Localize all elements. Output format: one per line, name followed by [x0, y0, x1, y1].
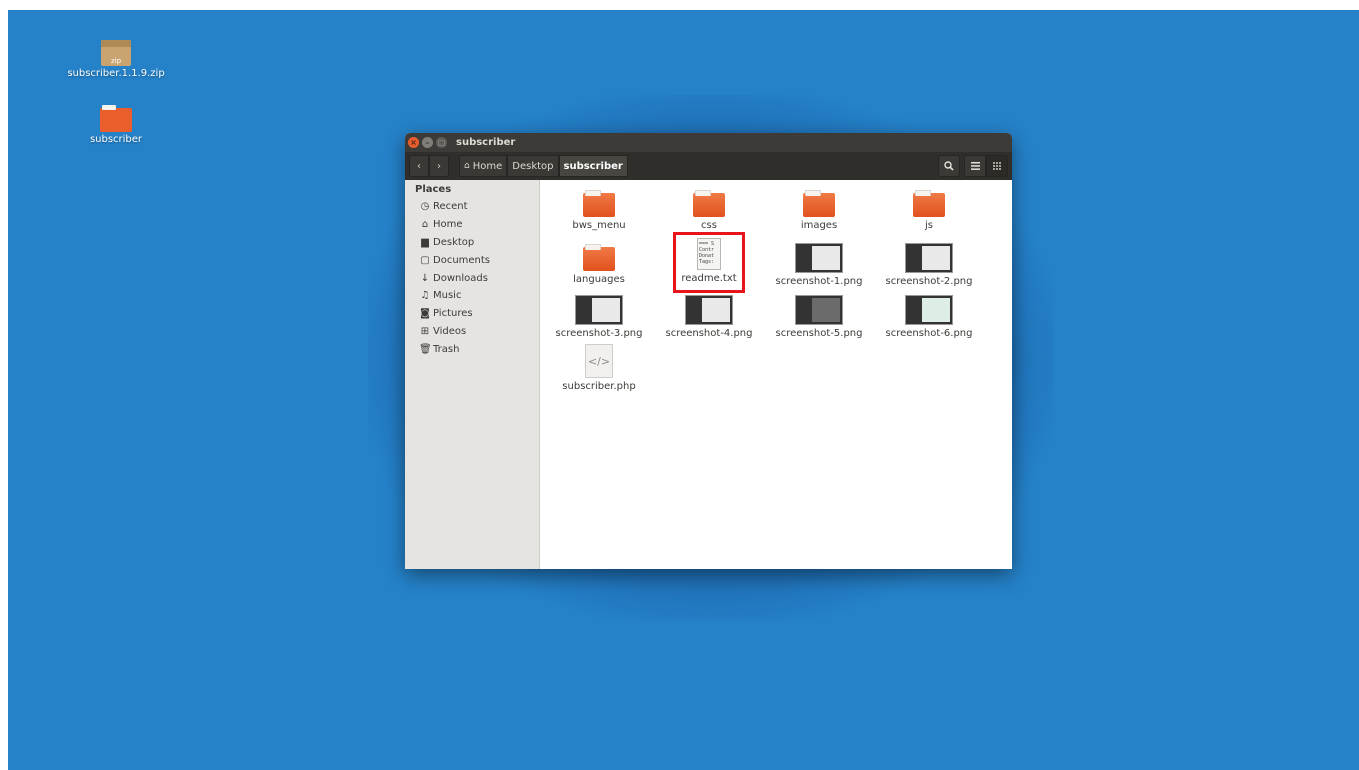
- folder-icon: [913, 190, 945, 217]
- clock-icon: ◷: [420, 201, 430, 213]
- file-name: screenshot-6.png: [885, 328, 973, 339]
- file-name: bws_menu: [572, 220, 626, 231]
- file-item[interactable]: screenshot-3.png: [546, 295, 652, 339]
- sidebar-item-documents[interactable]: ▢ Documents: [405, 251, 539, 269]
- back-button[interactable]: ‹: [409, 155, 429, 177]
- folder-icon: [583, 244, 615, 271]
- breadcrumb-desktop[interactable]: Desktop: [507, 155, 559, 177]
- image-thumbnail-icon: [575, 295, 623, 325]
- sidebar-heading: Places: [415, 184, 452, 195]
- file-grid: bws_menu css images js languages === S C…: [540, 180, 1012, 569]
- sidebar-item-label: Music: [433, 290, 462, 302]
- sidebar-item-label: Desktop: [433, 236, 475, 248]
- file-item[interactable]: screenshot-6.png: [876, 295, 982, 339]
- file-name: screenshot-5.png: [775, 328, 863, 339]
- sidebar-item-music[interactable]: ♫ Music: [405, 287, 539, 305]
- trash-icon: 🗑: [419, 343, 432, 355]
- folder-icon: [803, 190, 835, 217]
- list-icon: [970, 162, 980, 170]
- home-icon: ⌂: [421, 219, 429, 231]
- archive-icon: zip: [101, 40, 131, 66]
- zip-badge: zip: [110, 57, 122, 65]
- image-thumbnail-icon: [905, 295, 953, 325]
- file-item[interactable]: languages: [546, 244, 652, 285]
- file-item[interactable]: screenshot-2.png: [876, 243, 982, 287]
- sidebar-item-label: Documents: [433, 254, 491, 266]
- file-name: screenshot-4.png: [665, 328, 753, 339]
- desktop-icon-label: subscriber.1.1.9.zip: [67, 68, 165, 79]
- sidebar-item-desktop[interactable]: ▆ Desktop: [405, 234, 539, 252]
- file-name: images: [800, 220, 838, 231]
- sidebar-item-label: Pictures: [433, 308, 473, 320]
- folder-icon: ▆: [421, 236, 429, 248]
- sidebar-item-label: Recent: [433, 201, 468, 213]
- titlebar[interactable]: × – □ subscriber: [405, 133, 1012, 152]
- toolbar: ‹ › ⌂ Home Desktop subscriber: [405, 152, 1012, 180]
- image-thumbnail-icon: [905, 243, 953, 273]
- file-name: js: [925, 220, 933, 231]
- sidebar-item-trash[interactable]: 🗑 Trash: [405, 340, 539, 358]
- forward-button[interactable]: ›: [429, 155, 449, 177]
- sidebar-item-videos[interactable]: ⊞ Videos: [405, 323, 539, 341]
- selection-highlight: [673, 232, 745, 293]
- code-file-icon: </>: [585, 344, 613, 378]
- grid-icon: [993, 162, 1001, 170]
- file-name: subscriber.php: [562, 381, 636, 392]
- minimize-button[interactable]: –: [422, 137, 433, 148]
- sidebar-item-pictures[interactable]: ◙ Pictures: [405, 305, 539, 323]
- camera-icon: ◙: [420, 308, 430, 320]
- file-item[interactable]: screenshot-1.png: [766, 243, 872, 287]
- file-manager-window: × – □ subscriber ‹ › ⌂ Home Desktop subs…: [405, 133, 1012, 569]
- maximize-button[interactable]: □: [436, 137, 447, 148]
- image-thumbnail-icon: [795, 243, 843, 273]
- folder-icon: [100, 105, 132, 132]
- desktop-icon-zip[interactable]: zip subscriber.1.1.9.zip: [56, 40, 176, 79]
- breadcrumb-label: Home: [472, 160, 503, 172]
- file-item[interactable]: css: [656, 190, 762, 231]
- desktop: zip subscriber.1.1.9.zip subscriber × – …: [8, 10, 1359, 770]
- file-item[interactable]: js: [876, 190, 982, 231]
- download-icon: ↓: [420, 272, 430, 284]
- sidebar-item-home[interactable]: ⌂ Home: [405, 216, 539, 234]
- desktop-icon-folder[interactable]: subscriber: [56, 105, 176, 145]
- file-name: screenshot-3.png: [555, 328, 643, 339]
- document-icon: ▢: [420, 254, 430, 266]
- folder-icon: [693, 190, 725, 217]
- video-icon: ⊞: [420, 325, 430, 337]
- file-name: screenshot-2.png: [885, 276, 973, 287]
- sidebar-item-label: Downloads: [433, 272, 488, 284]
- breadcrumb-subscriber[interactable]: subscriber: [558, 155, 628, 177]
- file-item[interactable]: images: [766, 190, 872, 231]
- image-thumbnail-icon: [685, 295, 733, 325]
- sidebar-item-label: Home: [433, 219, 463, 231]
- image-thumbnail-icon: [795, 295, 843, 325]
- list-view-button[interactable]: [964, 155, 986, 177]
- home-icon: ⌂: [464, 161, 470, 171]
- file-item[interactable]: bws_menu: [546, 190, 652, 231]
- breadcrumb-home[interactable]: ⌂ Home: [459, 155, 508, 177]
- search-button[interactable]: [938, 155, 960, 177]
- window-title: subscriber: [456, 137, 516, 148]
- file-name: css: [701, 220, 717, 231]
- file-name: languages: [573, 274, 625, 285]
- sidebar-item-label: Videos: [433, 325, 467, 337]
- sidebar-item-downloads[interactable]: ↓ Downloads: [405, 269, 539, 287]
- folder-icon: [583, 190, 615, 217]
- search-icon: [944, 161, 954, 171]
- file-item[interactable]: screenshot-4.png: [656, 295, 762, 339]
- file-item[interactable]: </> subscriber.php: [546, 344, 652, 392]
- music-icon: ♫: [420, 290, 430, 302]
- desktop-icon-label: subscriber: [89, 134, 143, 145]
- close-button[interactable]: ×: [408, 137, 419, 148]
- sidebar-item-label: Trash: [433, 343, 460, 355]
- file-item[interactable]: screenshot-5.png: [766, 295, 872, 339]
- file-name: screenshot-1.png: [775, 276, 863, 287]
- sidebar-item-recent[interactable]: ◷ Recent: [405, 198, 539, 216]
- grid-view-button[interactable]: [986, 155, 1008, 177]
- places-sidebar: Places ◷ Recent ⌂ Home ▆ Desktop ▢ Documents…: [405, 180, 540, 569]
